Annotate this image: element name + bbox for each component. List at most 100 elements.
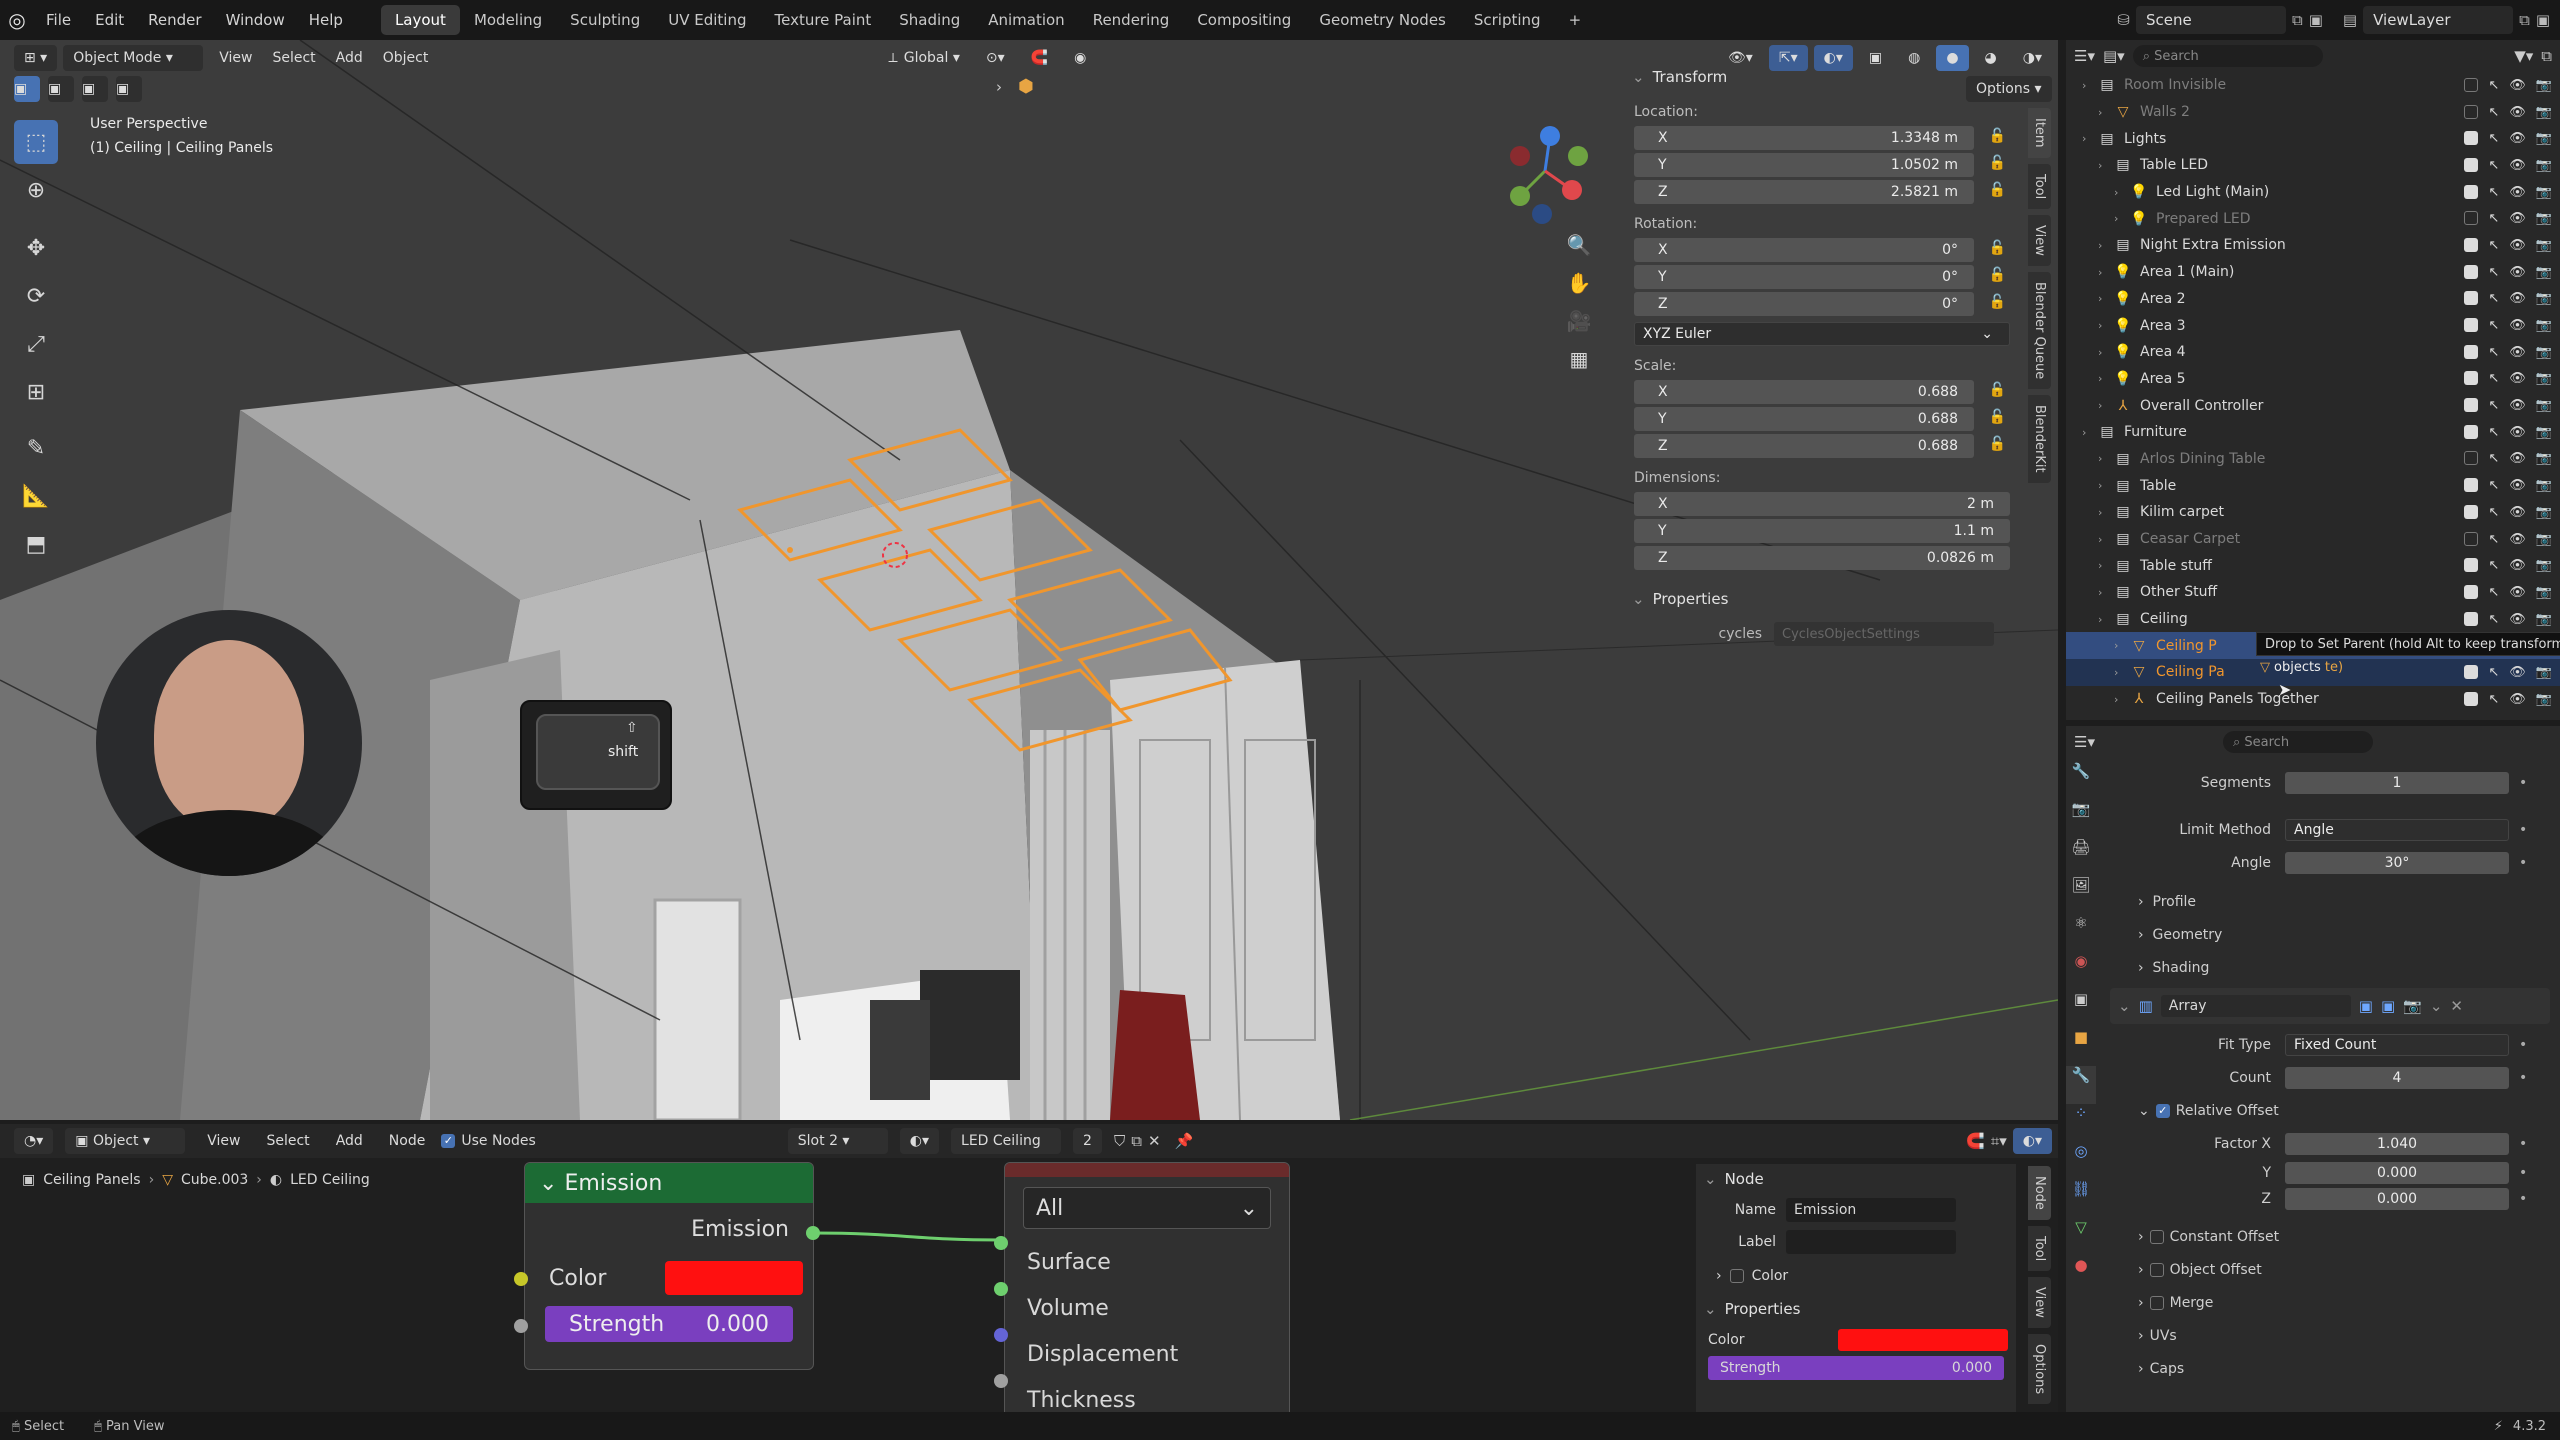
menu-window[interactable]: Window — [214, 0, 297, 40]
dimension-z-field[interactable]: Z 0.0826 m — [1634, 546, 2010, 570]
camera-icon[interactable]: 🎥 — [1560, 302, 1598, 340]
collection-tab-icon[interactable]: ▣ — [2066, 990, 2096, 1028]
constraints-tab-icon[interactable]: ⛓ — [2066, 1180, 2096, 1218]
visibility-toggles[interactable]: ↖ 👁 📷 — [2464, 237, 2552, 253]
volume-socket[interactable] — [994, 1282, 1008, 1296]
eye-icon[interactable]: 👁 — [2509, 158, 2526, 173]
selectable-icon[interactable]: ↖ — [2488, 318, 2499, 333]
add-workspace-icon[interactable]: + — [1555, 5, 1596, 35]
modifier-tab-icon[interactable]: 🔧 — [2066, 1066, 2096, 1104]
selectable-icon[interactable]: ↖ — [2488, 345, 2499, 360]
exclude-checkbox[interactable] — [2464, 77, 2479, 92]
visibility-toggles[interactable]: ↖ 👁 📷 — [2464, 211, 2552, 226]
expand-arrow-icon[interactable]: › — [2098, 292, 2112, 305]
menu-select[interactable]: Select — [262, 50, 325, 66]
physics-tab-icon[interactable]: ◎ — [2066, 1142, 2096, 1180]
outliner-row[interactable]: › ▤ Night Extra Emission ↖ 👁 📷 — [2066, 232, 2560, 259]
measure-icon[interactable]: 📐 — [14, 474, 58, 518]
segments-field[interactable]: 1 — [2285, 771, 2509, 794]
eye-icon[interactable]: 👁 — [2509, 265, 2526, 280]
outliner-row[interactable]: › ▤ Arlos Dining Table ↖ 👁 📷 — [2066, 446, 2560, 473]
visibility-toggles[interactable]: ↖ 👁 📷 — [2464, 264, 2552, 280]
outliner-row[interactable]: › ▤ Other Stuff ↖ 👁 📷 — [2066, 579, 2560, 606]
output-tab-icon[interactable]: 🖨 — [2066, 838, 2096, 876]
selectable-icon[interactable]: ↖ — [2488, 612, 2499, 627]
tab-options[interactable]: Options — [2028, 1334, 2051, 1405]
eye-icon[interactable]: 👁 — [2509, 451, 2526, 466]
outliner-row[interactable]: › 💡 Area 4 ↖ 👁 📷 — [2066, 339, 2560, 366]
eye-icon[interactable]: 👁 — [2509, 692, 2526, 707]
prop-strength-field[interactable]: Strength 0.000 — [1708, 1356, 2004, 1380]
select-new-icon[interactable]: ▣ — [14, 76, 40, 102]
expand-arrow-icon[interactable]: › — [2114, 639, 2128, 652]
tab-uv-editing[interactable]: UV Editing — [654, 5, 760, 35]
new-view-layer-icon[interactable]: ⧉ — [2519, 11, 2530, 29]
selectable-icon[interactable]: ↖ — [2488, 451, 2499, 466]
scene-selector[interactable]: Scene — [2136, 6, 2286, 34]
render-toggle-icon[interactable]: 📷 — [2403, 997, 2422, 1015]
selectable-icon[interactable]: ↖ — [2488, 131, 2499, 146]
menu-edit[interactable]: Edit — [83, 0, 136, 40]
exclude-checkbox[interactable] — [2464, 424, 2479, 439]
render-icon[interactable]: 📷 — [2536, 558, 2552, 573]
menu-view[interactable]: View — [197, 1133, 250, 1149]
selectable-icon[interactable]: ↖ — [2488, 398, 2499, 413]
selectable-icon[interactable]: ↖ — [2488, 692, 2499, 707]
selectable-icon[interactable]: ↖ — [2488, 291, 2499, 306]
exclude-checkbox[interactable] — [2464, 184, 2479, 199]
view-layer-selector[interactable]: ViewLayer — [2363, 6, 2514, 34]
menu-view[interactable]: View — [209, 50, 262, 66]
shader-type-dropdown[interactable]: ▣ Object ▾ — [65, 1128, 186, 1154]
cursor-icon[interactable]: ⊕ — [14, 168, 58, 212]
material-browse-icon[interactable]: ◐▾ — [899, 1128, 940, 1154]
exclude-checkbox[interactable] — [2464, 371, 2479, 386]
visibility-toggles[interactable]: ↖ 👁 📷 — [2464, 424, 2552, 440]
location-x-field[interactable]: X 1.3348 m — [1634, 126, 1974, 150]
tab-tool[interactable]: Tool — [2028, 1225, 2051, 1272]
exclude-checkbox[interactable] — [2464, 211, 2479, 226]
slot-dropdown[interactable]: Slot 2 ▾ — [787, 1128, 888, 1154]
menu-render[interactable]: Render — [136, 0, 213, 40]
angle-field[interactable]: 30° — [2285, 851, 2509, 874]
tab-view[interactable]: View — [2028, 214, 2051, 266]
expand-arrow-icon[interactable]: › — [2114, 666, 2128, 679]
dimension-y-field[interactable]: Y 1.1 m — [1634, 519, 2010, 543]
selectable-icon[interactable]: ↖ — [2488, 585, 2499, 600]
exclude-checkbox[interactable] — [2464, 691, 2479, 706]
outliner-row[interactable]: › ▤ Ceasar Carpet ↖ 👁 📷 — [2066, 526, 2560, 553]
displacement-socket[interactable] — [994, 1328, 1008, 1342]
render-icon[interactable]: 📷 — [2536, 265, 2552, 280]
eye-icon[interactable]: 👁 — [2509, 185, 2526, 200]
visibility-toggles[interactable]: ↖ 👁 📷 — [2464, 611, 2552, 627]
visibility-toggles[interactable]: ↖ 👁 📷 — [2464, 291, 2552, 306]
new-collection-icon[interactable]: ⧉ — [2541, 47, 2552, 65]
selectable-icon[interactable]: ↖ — [2488, 425, 2499, 440]
selectable-icon[interactable]: ↖ — [2488, 478, 2499, 493]
outliner-search-input[interactable]: ⌕ Search — [2132, 45, 2323, 67]
outliner-row[interactable]: › 💡 Area 1 (Main) ↖ 👁 📷 — [2066, 259, 2560, 286]
merge-subpanel[interactable]: › Merge — [2110, 1286, 2550, 1319]
properties-search-input[interactable]: ⌕ Search — [2222, 731, 2373, 753]
visibility-toggles[interactable]: ↖ 👁 📷 — [2464, 691, 2552, 707]
render-icon[interactable]: 📷 — [2536, 291, 2552, 306]
outliner-row[interactable]: › 💡 Area 3 ↖ 👁 📷 — [2066, 312, 2560, 339]
menu-select[interactable]: Select — [256, 1133, 319, 1149]
modifier-name-field[interactable]: Array — [2160, 995, 2351, 1017]
exclude-checkbox[interactable] — [2464, 504, 2479, 519]
duplicate-material-icon[interactable]: ⧉ — [1131, 1132, 1142, 1150]
node-color-subpanel[interactable]: › Color — [1696, 1258, 2016, 1294]
eye-icon[interactable]: 👁 — [2509, 238, 2526, 253]
node-editor-type-button[interactable]: ◔▾ — [14, 1128, 54, 1154]
exclude-checkbox[interactable] — [2464, 611, 2479, 626]
outliner-row[interactable]: › 💡 Area 2 ↖ 👁 📷 — [2066, 286, 2560, 313]
prop-color-swatch[interactable] — [1838, 1329, 2008, 1351]
tab-sculpting[interactable]: Sculpting — [556, 5, 654, 35]
expand-arrow-icon[interactable]: › — [2098, 399, 2112, 412]
selectable-icon[interactable]: ↖ — [2488, 505, 2499, 520]
exclude-checkbox[interactable] — [2464, 104, 2479, 119]
exclude-checkbox[interactable] — [2464, 558, 2479, 573]
tab-rendering[interactable]: Rendering — [1079, 5, 1184, 35]
tool-tab-icon[interactable]: 🔧 — [2066, 762, 2096, 800]
expand-arrow-icon[interactable]: › — [2114, 212, 2128, 225]
proportional-icon[interactable]: ◉ — [1064, 45, 1096, 71]
